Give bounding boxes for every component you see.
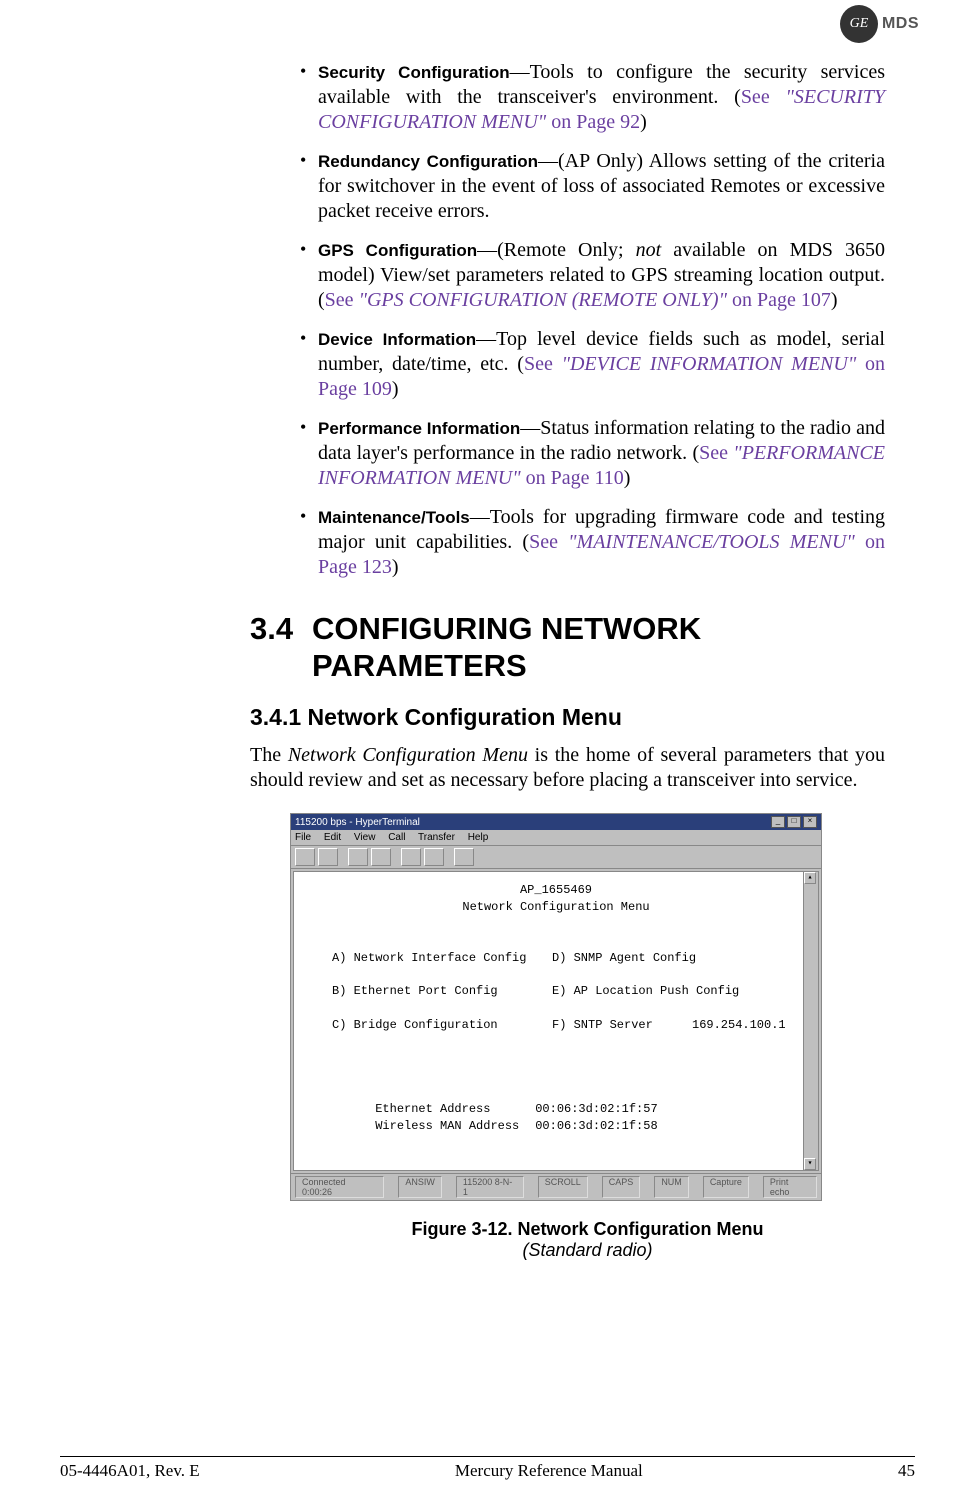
- terminal-host: AP_1655469: [302, 882, 810, 899]
- toolbar: [291, 846, 821, 869]
- bullet-list: Security Configuration—Tools to configur…: [300, 60, 885, 580]
- status-cell: NUM: [654, 1176, 689, 1198]
- menu-item[interactable]: Call: [388, 832, 405, 843]
- item-label: Performance Information: [318, 419, 520, 438]
- maximize-icon[interactable]: □: [787, 816, 801, 828]
- list-item: Security Configuration—Tools to configur…: [300, 60, 885, 135]
- footer-right: 45: [898, 1461, 915, 1481]
- close-icon[interactable]: ×: [803, 816, 817, 828]
- figure: 115200 bps - HyperTerminal _ □ × File Ed…: [290, 813, 885, 1261]
- terminal-output: ▴▾AP_1655469Network Configuration Menu A…: [293, 871, 819, 1171]
- address-row: Wireless MAN Address00:06:3d:02:1f:58: [375, 1119, 657, 1133]
- toolbar-button[interactable]: [371, 848, 391, 866]
- figure-subcaption: (Standard radio): [290, 1240, 885, 1261]
- figure-caption: Figure 3-12. Network Configuration Menu: [290, 1219, 885, 1240]
- footer-center: Mercury Reference Manual: [455, 1461, 643, 1481]
- menu-option: B) Ethernet Port ConfigE) AP Location Pu…: [332, 984, 739, 998]
- main-content: Security Configuration—Tools to configur…: [300, 60, 885, 1261]
- status-cell: ANSIW: [398, 1176, 442, 1198]
- list-item: Performance Information—Status informati…: [300, 416, 885, 491]
- section-heading: 3.4CONFIGURING NETWORK PARAMETERS: [250, 610, 885, 684]
- page: GE MDS Security Configuration—Tools to c…: [0, 0, 979, 1499]
- menu-item[interactable]: File: [295, 832, 311, 843]
- item-label: Redundancy Configuration: [318, 152, 538, 171]
- status-cell: 115200 8-N-1: [456, 1176, 524, 1198]
- item-label: GPS Configuration: [318, 241, 477, 260]
- item-label: Maintenance/Tools: [318, 508, 470, 527]
- mds-logo-text: MDS: [882, 15, 919, 33]
- page-footer: 05-4446A01, Rev. E Mercury Reference Man…: [60, 1456, 915, 1481]
- cross-ref-link[interactable]: See "GPS CONFIGURATION (REMOTE ONLY)" on…: [325, 289, 831, 311]
- menu-item[interactable]: Help: [468, 832, 489, 843]
- menubar: File Edit View Call Transfer Help: [291, 830, 821, 846]
- status-cell: SCROLL: [538, 1176, 588, 1198]
- address-row: Ethernet Address00:06:3d:02:1f:57: [375, 1102, 657, 1116]
- menu-option: A) Network Interface ConfigD) SNMP Agent…: [332, 951, 696, 965]
- item-label: Device Information: [318, 330, 476, 349]
- item-text: —(Remote Only;: [477, 239, 636, 261]
- menu-item[interactable]: Transfer: [418, 832, 455, 843]
- footer-left: 05-4446A01, Rev. E: [60, 1461, 200, 1481]
- list-item: Maintenance/Tools—Tools for upgrading fi…: [300, 505, 885, 580]
- statusbar: Connected 0:00:26 ANSIW 115200 8-N-1 SCR…: [291, 1173, 821, 1200]
- toolbar-button[interactable]: [295, 848, 315, 866]
- toolbar-button[interactable]: [454, 848, 474, 866]
- status-cell: CAPS: [602, 1176, 641, 1198]
- subsection-heading: 3.4.1 Network Configuration Menu: [250, 704, 885, 731]
- window-titlebar: 115200 bps - HyperTerminal _ □ ×: [291, 814, 821, 830]
- window-title: 115200 bps - HyperTerminal: [295, 817, 420, 828]
- list-item: Device Information—Top level device fiel…: [300, 327, 885, 402]
- brand-logo: GE MDS: [840, 5, 919, 43]
- toolbar-button[interactable]: [401, 848, 421, 866]
- window-controls: _ □ ×: [771, 816, 817, 828]
- terminal-prompt: Select a letter to configure an item, <E…: [302, 1168, 810, 1171]
- status-cell: Print echo: [763, 1176, 817, 1198]
- menu-option: C) Bridge ConfigurationF) SNTP Server169…: [332, 1018, 786, 1032]
- scrollbar[interactable]: ▴▾: [803, 872, 818, 1170]
- toolbar-button[interactable]: [318, 848, 338, 866]
- intro-paragraph: The Network Configuration Menu is the ho…: [250, 743, 885, 793]
- terminal-window: 115200 bps - HyperTerminal _ □ × File Ed…: [290, 813, 822, 1201]
- scroll-down-icon[interactable]: ▾: [804, 1158, 816, 1170]
- status-cell: Connected 0:00:26: [295, 1176, 384, 1198]
- item-label: Security Configuration: [318, 63, 510, 82]
- scroll-up-icon[interactable]: ▴: [804, 872, 816, 884]
- list-item: GPS Configuration—(Remote Only; not avai…: [300, 238, 885, 313]
- minimize-icon[interactable]: _: [771, 816, 785, 828]
- menu-item[interactable]: Edit: [324, 832, 341, 843]
- terminal-header: Network Configuration Menu: [302, 899, 810, 916]
- menu-item[interactable]: View: [354, 832, 376, 843]
- ge-logo-icon: GE: [840, 5, 878, 43]
- status-cell: Capture: [703, 1176, 749, 1198]
- toolbar-button[interactable]: [348, 848, 368, 866]
- toolbar-button[interactable]: [424, 848, 444, 866]
- list-item: Redundancy Configuration—(AP Only) Allow…: [300, 149, 885, 224]
